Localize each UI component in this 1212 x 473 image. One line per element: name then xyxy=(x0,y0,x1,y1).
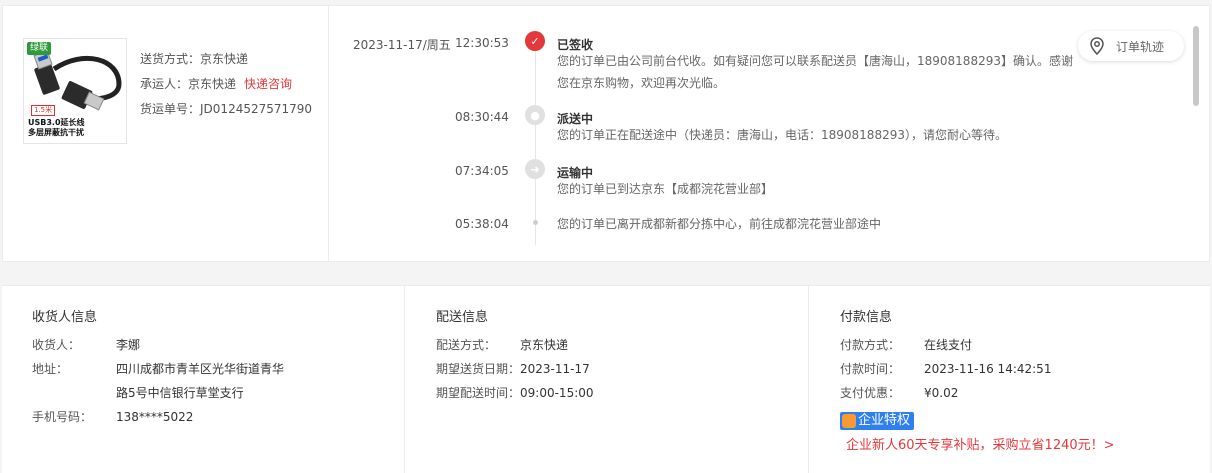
shipping-time: 09:00-15:00 xyxy=(520,386,594,400)
truck-icon: ➜ xyxy=(525,159,545,179)
order-track-button[interactable]: 订单轨迹 xyxy=(1078,31,1184,61)
delivery-method-value: 京东快递 xyxy=(200,52,249,66)
payment-heading: 付款信息 xyxy=(840,310,893,325)
enterprise-privilege-badge: 企业特权 xyxy=(840,412,915,430)
carrier-row: 承运人：京东快递 快递咨询 xyxy=(140,75,312,100)
event-description: 您的订单已离开成都新都分拣中心，前往成都浣花营业部途中 xyxy=(557,217,882,231)
payment-time-row: 付款时间： 2023-11-16 14:42:51 xyxy=(840,360,1051,377)
payment-method: 在线支付 xyxy=(924,338,973,352)
receiver-heading: 收货人信息 xyxy=(32,310,98,325)
product-shipping-info: 送货方式：京东快递 承运人：京东快递 快递咨询 货运单号：JD0124527571… xyxy=(140,50,312,125)
payment-method-label: 付款方式： xyxy=(840,338,901,352)
shipping-method: 京东快递 xyxy=(520,338,569,352)
receiver-info-section: 收货人信息 收货人： 李娜 地址： 四川成都市青羊区光华街道青华 路5号中信银行草堂… xyxy=(2,286,405,473)
payment-info-section: 付款信息 付款方式： 在线支付 付款时间： 2023-11-16 14:42:51 … xyxy=(810,286,1210,473)
gift-icon xyxy=(842,414,856,428)
receiver-name: 李娜 xyxy=(116,338,141,352)
enterprise-privilege-label: 企业特权 xyxy=(858,413,911,428)
timeline-line xyxy=(535,40,536,245)
courier-consult-link[interactable]: 快递咨询 xyxy=(244,77,292,91)
shipping-time-row: 期望配送时间：09:00-15:00 xyxy=(436,384,594,401)
dot-icon xyxy=(533,220,538,225)
event-time: 08:30:44 xyxy=(455,110,509,124)
receiver-phone-label: 手机号码： xyxy=(32,410,93,424)
event-date: 2023-11-17/周五 xyxy=(353,38,451,52)
event-description: 您的订单已由公司前台代收。如有疑问您可以联系配送员【唐海山，1890818829… xyxy=(557,54,1073,90)
delivery-method-label: 送货方式： xyxy=(140,52,201,66)
shipping-method-row: 配送方式： 京东快递 xyxy=(436,336,568,353)
enterprise-promo-link[interactable]: 企业新人60天专享补贴，采购立省1240元！> xyxy=(846,434,1115,453)
receiver-address-line1: 四川成都市青羊区光华街道青华 xyxy=(116,362,285,376)
receiver-address-label: 地址： xyxy=(32,362,69,376)
product-panel: 绿联 1.5米 USB3.0延长线 多层屏蔽抗干扰 送货方式：京东快递 承运人：… xyxy=(3,6,329,261)
shipping-date-row: 期望送货日期：2023-11-17 xyxy=(436,360,590,377)
tracking-row: 货运单号：JD0124527571790 xyxy=(140,100,312,125)
brand-logo: 绿联 xyxy=(27,42,52,55)
receiver-address-line2-row: 路5号中信银行草堂支行 xyxy=(116,384,244,401)
event-description: 您的订单正在配送途中（快递员：唐海山，电话：18908188293），请您耐心等… xyxy=(557,128,1007,142)
receiver-name-label: 收货人： xyxy=(32,338,81,352)
tracking-label: 货运单号： xyxy=(140,102,201,116)
event-description: 您的订单已到达京东【成都浣花营业部】 xyxy=(557,182,774,196)
shipping-heading: 配送信息 xyxy=(436,310,489,325)
event-time: 07:34:05 xyxy=(455,164,509,178)
order-details-card: 收货人信息 收货人： 李娜 地址： 四川成都市青羊区光华街道青华 路5号中信银行草堂… xyxy=(2,285,1210,473)
event-time: 05:38:04 xyxy=(455,217,509,231)
logistics-timeline: 2023-11-17/周五 12:30:53 ✓ 已签收 您的订单已由公司前台代… xyxy=(343,24,1083,245)
receiver-address-row: 地址： 四川成都市青羊区光华街道青华 xyxy=(32,360,284,377)
delivery-method-row: 送货方式：京东快递 xyxy=(140,50,312,75)
length-badge: 1.5米 xyxy=(31,105,56,116)
timeline-scrollbar[interactable] xyxy=(1193,26,1199,106)
payment-discount-row: 支付优惠： ¥0.02 xyxy=(840,384,958,401)
carrier-value: 京东快递 xyxy=(188,77,237,91)
receiver-address-line2: 路5号中信银行草堂支行 xyxy=(116,386,244,400)
payment-time: 2023-11-16 14:42:51 xyxy=(924,362,1052,376)
check-icon: ✓ xyxy=(525,31,545,51)
shipping-date: 2023-11-17 xyxy=(520,362,590,376)
payment-time-label: 付款时间： xyxy=(840,362,901,376)
tracking-number: JD0124527571790 xyxy=(200,102,313,116)
shipping-date-label: 期望送货日期： xyxy=(436,362,521,376)
payment-discount-label: 支付优惠： xyxy=(840,386,901,400)
delivery-person-icon: ● xyxy=(525,105,545,125)
shipping-time-label: 期望配送时间： xyxy=(436,386,521,400)
carrier-label: 承运人： xyxy=(140,77,189,91)
receiver-phone: 138****5022 xyxy=(116,410,194,424)
shipping-info-section: 配送信息 配送方式： 京东快递 期望送货日期：2023-11-17 期望配送时间：… xyxy=(406,286,809,473)
product-caption-line1: USB3.0延长线 xyxy=(28,118,85,127)
receiver-phone-row: 手机号码： 138****5022 xyxy=(32,408,193,425)
location-pin-icon xyxy=(1090,37,1104,55)
shipping-method-label: 配送方式： xyxy=(436,338,497,352)
logistics-card: 绿联 1.5米 USB3.0延长线 多层屏蔽抗干扰 送货方式：京东快递 承运人：… xyxy=(2,5,1210,262)
payment-discount: ¥0.02 xyxy=(924,386,959,400)
receiver-name-row: 收货人： 李娜 xyxy=(32,336,140,353)
event-time: 12:30:53 xyxy=(455,36,509,50)
product-caption-line2: 多层屏蔽抗干扰 xyxy=(28,128,84,137)
product-thumbnail[interactable]: 绿联 1.5米 USB3.0延长线 多层屏蔽抗干扰 xyxy=(23,38,127,144)
payment-method-row: 付款方式： 在线支付 xyxy=(840,336,972,353)
order-track-label: 订单轨迹 xyxy=(1116,39,1165,54)
